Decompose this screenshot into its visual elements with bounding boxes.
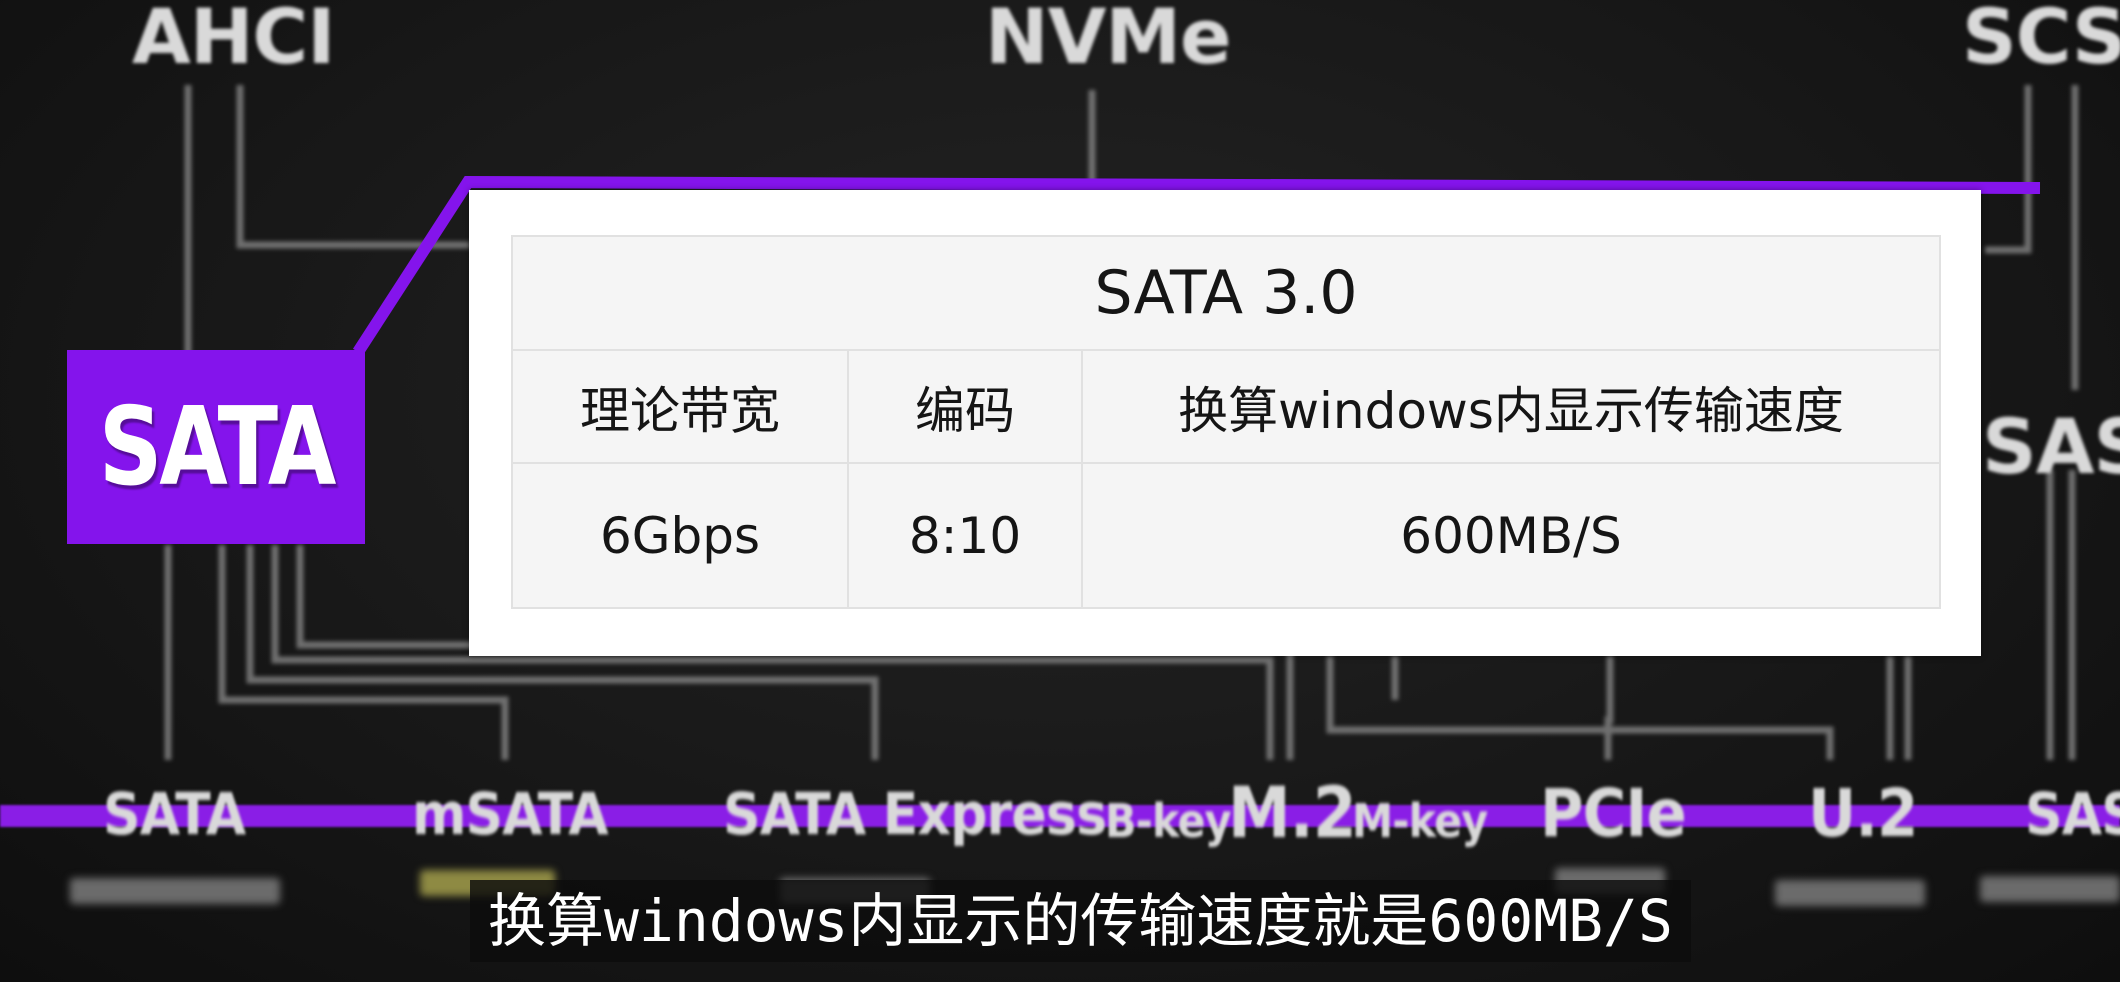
blurred-chip	[1980, 876, 2120, 902]
blurred-chip	[70, 878, 280, 904]
spec-card: SATA 3.0 理论带宽 编码 换算windows内显示传输速度 6Gbps …	[469, 190, 1981, 656]
bg-label-sata: SATA	[103, 780, 246, 848]
sata-badge: SATA	[67, 350, 365, 544]
bg-label-nvme: NVMe	[985, 0, 1232, 81]
header-bandwidth: 理论带宽	[511, 349, 849, 464]
blurred-chip	[1775, 880, 1925, 906]
bg-label-pcie: PCIe	[1540, 775, 1687, 852]
bg-label-sata-express: SATA Express	[723, 780, 1107, 848]
spec-table: SATA 3.0 理论带宽 编码 换算windows内显示传输速度 6Gbps …	[511, 235, 1941, 609]
cell-bandwidth: 6Gbps	[511, 462, 849, 609]
header-windows-speed: 换算windows内显示传输速度	[1081, 349, 1941, 464]
sata-badge-label: SATA	[98, 384, 337, 510]
video-subtitle: 换算windows内显示的传输速度就是600MB/S	[470, 880, 1691, 962]
table-header-row: 理论带宽 编码 换算windows内显示传输速度	[511, 349, 1941, 464]
cell-windows-speed: 600MB/S	[1081, 462, 1941, 609]
bg-label-u2: U.2	[1808, 775, 1918, 852]
bg-label-b-key: B-key	[1105, 794, 1232, 848]
bg-label-msata: mSATA	[412, 780, 609, 848]
table-row: 6Gbps 8:10 600MB/S	[511, 462, 1941, 609]
bg-label-scsi: SCSI	[1962, 0, 2120, 81]
header-encoding: 编码	[847, 349, 1083, 464]
cell-encoding: 8:10	[847, 462, 1083, 609]
bg-label-ahci: AHCI	[132, 0, 335, 81]
table-title-row: SATA 3.0	[511, 235, 1941, 351]
bg-label-m2: M.2	[1228, 772, 1357, 854]
table-title: SATA 3.0	[511, 235, 1941, 351]
bg-label-m-key: M-key	[1352, 794, 1488, 848]
bg-label-sas-bottom: SAS	[2025, 780, 2120, 848]
bg-label-sas-side: SAS	[1982, 402, 2120, 491]
